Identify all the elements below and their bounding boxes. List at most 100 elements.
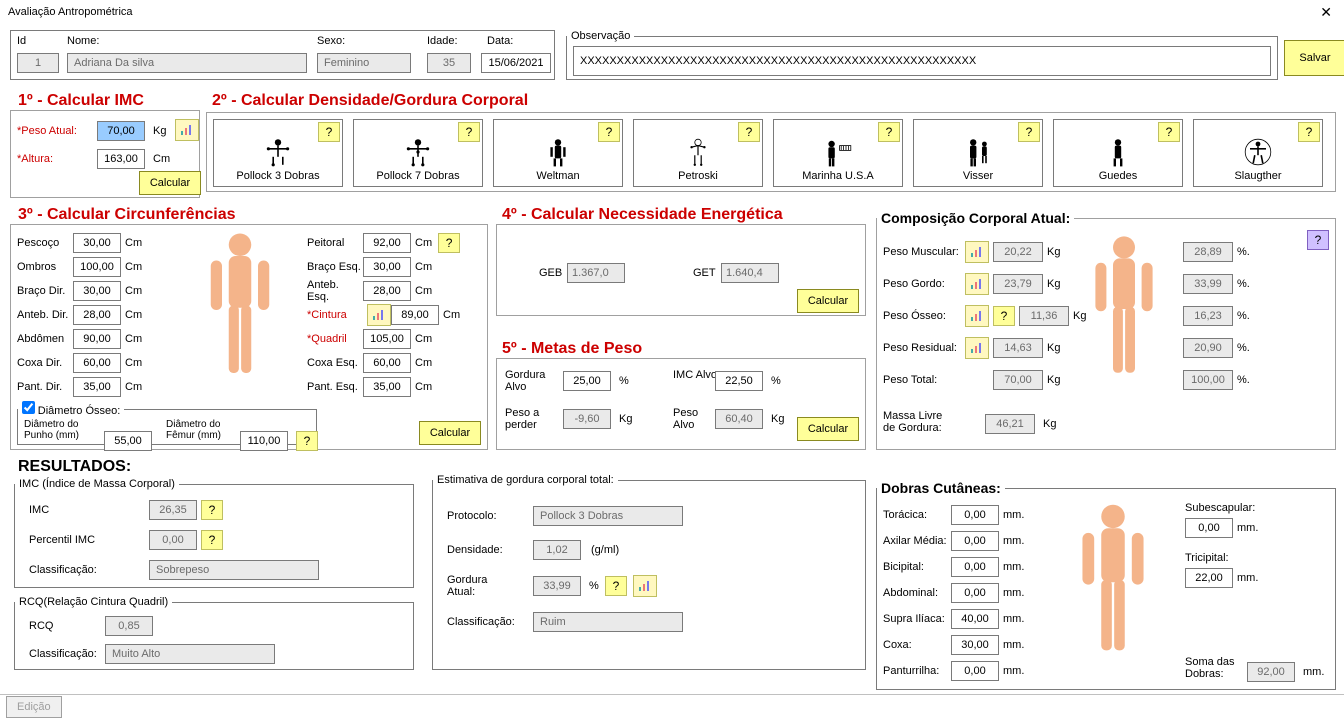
s4-calc-button[interactable]: Calcular: [797, 289, 859, 313]
dobra-field[interactable]: [951, 609, 999, 629]
comp-label: Peso Total:: [883, 374, 965, 386]
gatual-help-button[interactable]: ?: [605, 576, 627, 596]
dobra-field[interactable]: [951, 583, 999, 603]
peitoral-help-button[interactable]: ?: [438, 233, 460, 253]
data-field[interactable]: [481, 53, 551, 73]
method-visser[interactable]: ? Visser: [913, 119, 1043, 187]
s3-calc-button[interactable]: Calcular: [419, 421, 481, 445]
ia-field[interactable]: [715, 371, 763, 391]
method-pollock-3-dobras[interactable]: ?Pollock 3 Dobras: [213, 119, 343, 187]
method-petroski[interactable]: ?Petroski: [633, 119, 763, 187]
imc-cls-label: Classificação:: [29, 564, 97, 576]
circ-field[interactable]: [73, 329, 121, 349]
comp-chart-icon[interactable]: [965, 337, 989, 359]
body-back: [1063, 500, 1163, 691]
nome-label: Nome:: [67, 35, 99, 47]
est-cls-field: [533, 612, 683, 632]
kg-unit: Kg: [149, 125, 166, 137]
ga-field[interactable]: [563, 371, 611, 391]
chart-icon[interactable]: [175, 119, 199, 141]
pimc-help-button[interactable]: ?: [201, 530, 223, 550]
method-help-button[interactable]: ?: [1158, 122, 1180, 142]
method-slaugther[interactable]: ? Slaugther: [1193, 119, 1323, 187]
dobra-field[interactable]: [951, 531, 999, 551]
method-weltman[interactable]: ?Weltman: [493, 119, 623, 187]
edicao-button: Edição: [6, 696, 62, 718]
circ-field[interactable]: [363, 281, 411, 301]
geb-field: [567, 263, 625, 283]
dobra-label: Bicipital:: [883, 561, 951, 573]
close-icon[interactable]: ✕: [1312, 4, 1340, 21]
rcq-legend: RCQ(Relação Cintura Quadril): [15, 596, 172, 608]
diametro-check[interactable]: [22, 401, 35, 414]
dobra-field[interactable]: [951, 635, 999, 655]
dobra-label: Abdominal:: [883, 587, 951, 599]
ia-label: IMC Alvo: [673, 369, 719, 381]
proto-label: Protocolo:: [447, 510, 497, 522]
dia-legend: Diâmetro Ósseo:: [38, 405, 121, 417]
method-help-button[interactable]: ?: [318, 122, 340, 142]
dobra-field[interactable]: [951, 505, 999, 525]
method-pollock-7-dobras[interactable]: ?Pollock 7 Dobras: [353, 119, 483, 187]
method-caption: Visser: [963, 170, 993, 182]
comp-chart-icon[interactable]: [965, 273, 989, 295]
comp-help-button[interactable]: ?: [1307, 230, 1329, 250]
method-help-button[interactable]: ?: [598, 122, 620, 142]
dia-help-button[interactable]: ?: [296, 431, 318, 451]
s1-calc-button[interactable]: Calcular: [139, 171, 201, 195]
method-help-button[interactable]: ?: [458, 122, 480, 142]
punho-field[interactable]: [104, 431, 152, 451]
circ-field[interactable]: [363, 329, 411, 349]
res-title: RESULTADOS:: [18, 458, 131, 476]
circ-field[interactable]: [73, 281, 121, 301]
method-help-button[interactable]: ?: [878, 122, 900, 142]
circ-unit: Cm: [121, 381, 142, 393]
method-caption: Slaugther: [1234, 170, 1281, 182]
gatual-chart-icon[interactable]: [633, 575, 657, 597]
comp-kg-field: [993, 370, 1043, 390]
circ-field[interactable]: [363, 233, 411, 253]
dobra-field[interactable]: [951, 661, 999, 681]
cintura-chart-icon[interactable]: [367, 304, 391, 326]
nome-field: [67, 53, 307, 73]
dobra-field[interactable]: [1185, 568, 1233, 588]
circ-field[interactable]: [363, 377, 411, 397]
comp-chart-icon[interactable]: [965, 305, 989, 327]
s1-title: 1º - Calcular IMC: [18, 92, 144, 110]
method-help-button[interactable]: ?: [1018, 122, 1040, 142]
salvar-button[interactable]: Salvar: [1284, 40, 1344, 76]
circ-field[interactable]: [73, 353, 121, 373]
dobra-unit: mm.: [1233, 572, 1258, 584]
imc-help-button[interactable]: ?: [201, 500, 223, 520]
est-legend: Estimativa de gordura corporal total:: [433, 474, 618, 486]
method-help-button[interactable]: ?: [1298, 122, 1320, 142]
obs-field[interactable]: [573, 46, 1271, 76]
s5-calc-button[interactable]: Calcular: [797, 417, 859, 441]
kg-unit2: Kg: [615, 413, 632, 425]
circ-field[interactable]: [73, 233, 121, 253]
comp-pct-field: [1183, 274, 1233, 294]
osseo-help-button[interactable]: ?: [993, 306, 1015, 326]
s1-box: *Peso Atual: Kg *Altura: Cm Calcular: [10, 110, 200, 198]
dobra-field[interactable]: [1185, 518, 1233, 538]
proto-field: [533, 506, 683, 526]
dobra-field[interactable]: [951, 557, 999, 577]
comp-chart-icon[interactable]: [965, 241, 989, 263]
pct-unit2: %: [767, 375, 781, 387]
circ-field[interactable]: [73, 377, 121, 397]
method-guedes[interactable]: ?Guedes: [1053, 119, 1183, 187]
femur-field[interactable]: [240, 431, 288, 451]
peso-field[interactable]: [97, 121, 145, 141]
method-marinha-u-s-a[interactable]: ?Marinha U.S.A: [773, 119, 903, 187]
circ-field[interactable]: [363, 353, 411, 373]
circ-field[interactable]: [391, 305, 439, 325]
circ-field[interactable]: [363, 257, 411, 277]
method-help-button[interactable]: ?: [738, 122, 760, 142]
circ-field[interactable]: [73, 305, 121, 325]
circ-field[interactable]: [73, 257, 121, 277]
circ-unit: Cm: [411, 237, 432, 249]
altura-field[interactable]: [97, 149, 145, 169]
imc-field: [149, 500, 197, 520]
circ-label: *Quadril: [307, 333, 363, 345]
circ-label: Braço Dir.: [17, 285, 73, 297]
